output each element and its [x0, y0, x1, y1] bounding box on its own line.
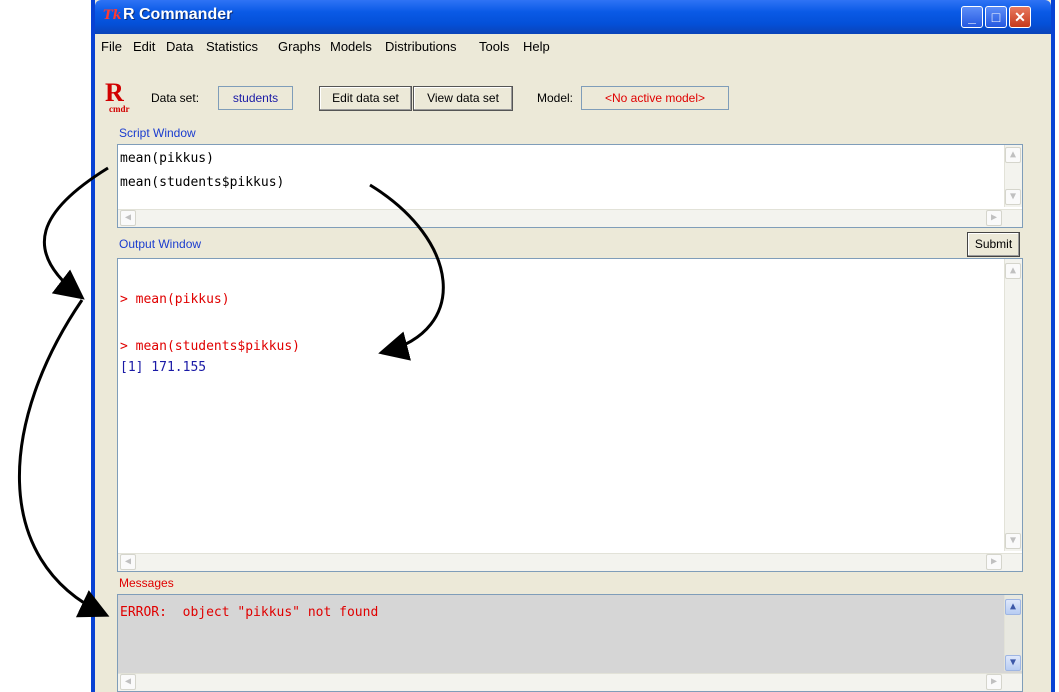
messages-horizontal-scrollbar[interactable]: ◀ ▶	[118, 673, 1022, 691]
maximize-button[interactable]: □	[985, 6, 1007, 28]
scroll-down-icon[interactable]: ▼	[1005, 189, 1021, 205]
scroll-left-icon[interactable]: ◀	[120, 210, 136, 226]
active-model-button[interactable]: <No active model>	[581, 86, 729, 110]
rcmdr-logo-sub: cmdr	[109, 104, 130, 114]
script-vertical-scrollbar[interactable]: ▲ ▼	[1004, 145, 1022, 207]
active-dataset-button[interactable]: students	[218, 86, 293, 110]
output-vertical-scrollbar[interactable]: ▲ ▼	[1004, 259, 1022, 551]
scroll-up-icon[interactable]: ▲	[1005, 263, 1021, 279]
view-data-set-button[interactable]: View data set	[413, 86, 513, 111]
menu-tools[interactable]: Tools	[479, 39, 509, 54]
menu-bar: File Edit Data Statistics Graphs Models …	[95, 34, 1051, 60]
minimize-button[interactable]: _	[961, 6, 983, 28]
scroll-up-icon[interactable]: ▲	[1005, 599, 1021, 615]
output-window-label: Output Window	[119, 237, 202, 251]
rcmdr-logo: R cmdr	[105, 80, 130, 115]
messages-vertical-scrollbar[interactable]: ▲ ▼	[1004, 595, 1022, 671]
script-line: mean(students$pikkus)	[120, 175, 285, 190]
script-horizontal-scrollbar[interactable]: ◀ ▶	[118, 209, 1022, 227]
script-window[interactable]: mean(pikkus) mean(students$pikkus) ▲ ▼ ◀…	[117, 144, 1023, 228]
messages-window[interactable]: ERROR: object "pikkus" not found ▲ ▼ ◀ ▶	[117, 594, 1023, 692]
scroll-left-icon[interactable]: ◀	[120, 554, 136, 570]
scroll-up-icon[interactable]: ▲	[1005, 147, 1021, 163]
menu-models[interactable]: Models	[330, 39, 372, 54]
close-button[interactable]: ✕	[1009, 6, 1031, 28]
script-line: mean(pikkus)	[120, 151, 214, 166]
title-bar[interactable]: Tk R Commander _ □ ✕	[95, 0, 1051, 34]
model-label: Model:	[537, 91, 574, 105]
toolbar: R cmdr Data set: students Edit data set …	[95, 60, 1051, 116]
scroll-right-icon[interactable]: ▶	[986, 210, 1002, 226]
scroll-right-icon[interactable]: ▶	[986, 554, 1002, 570]
output-command-line: > mean(students$pikkus)	[120, 339, 301, 354]
menu-file[interactable]: File	[101, 39, 122, 54]
scroll-left-icon[interactable]: ◀	[120, 674, 136, 690]
scroll-down-icon[interactable]: ▼	[1005, 533, 1021, 549]
dataset-label: Data set:	[151, 91, 200, 105]
r-commander-window: Tk R Commander _ □ ✕ File Edit Data Stat…	[91, 0, 1055, 692]
window-title: R Commander	[123, 6, 233, 23]
menu-edit[interactable]: Edit	[133, 39, 155, 54]
menu-statistics[interactable]: Statistics	[206, 39, 258, 54]
menu-data[interactable]: Data	[166, 39, 193, 54]
messages-label: Messages	[119, 576, 174, 590]
edit-data-set-button[interactable]: Edit data set	[319, 86, 412, 111]
scroll-right-icon[interactable]: ▶	[986, 674, 1002, 690]
message-line: ERROR: object "pikkus" not found	[120, 605, 379, 620]
menu-distributions[interactable]: Distributions	[385, 39, 457, 54]
scroll-down-icon[interactable]: ▼	[1005, 655, 1021, 671]
script-window-label: Script Window	[119, 126, 196, 140]
tk-app-icon: Tk	[103, 8, 122, 23]
output-window[interactable]: > mean(pikkus) > mean(students$pikkus) […	[117, 258, 1023, 572]
output-result-line: [1] 171.155	[120, 360, 207, 375]
output-command-line: > mean(pikkus)	[120, 292, 230, 307]
output-horizontal-scrollbar[interactable]: ◀ ▶	[118, 553, 1022, 571]
menu-help[interactable]: Help	[523, 39, 550, 54]
submit-button[interactable]: Submit	[967, 232, 1020, 257]
menu-graphs[interactable]: Graphs	[278, 39, 321, 54]
